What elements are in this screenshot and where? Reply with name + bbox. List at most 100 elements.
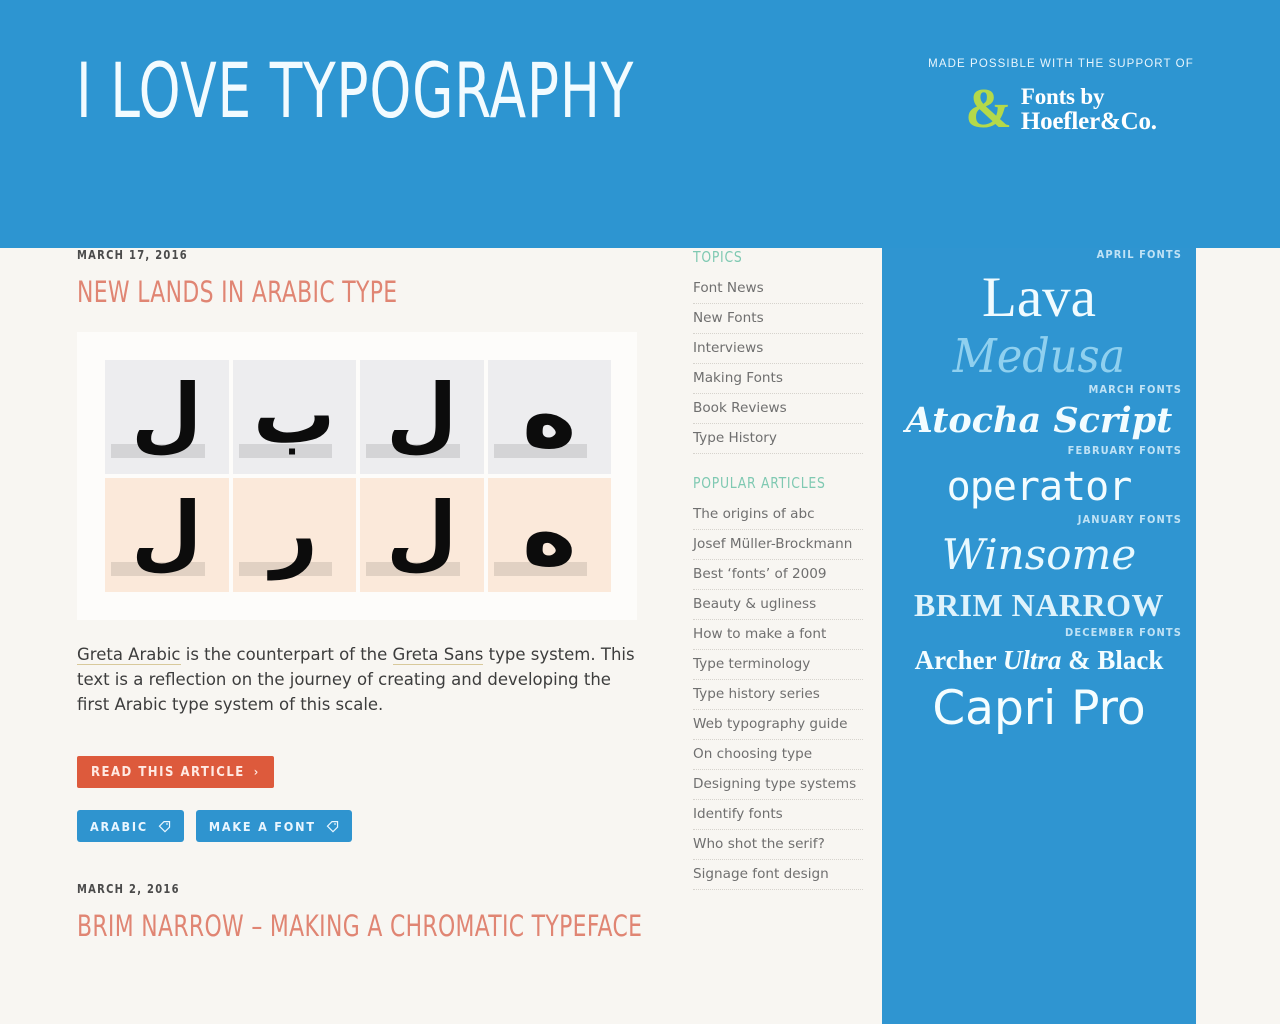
list-item[interactable]: Josef Müller-Brockmann: [693, 530, 863, 560]
arabic-glyph: ل: [386, 485, 458, 581]
grid-cell: ه: [487, 478, 611, 593]
list-item[interactable]: Type terminology: [693, 650, 863, 680]
sidebar-item-label[interactable]: Josef Müller-Brockmann: [693, 536, 852, 552]
list-item[interactable]: Font News: [693, 274, 863, 304]
list-item[interactable]: The origins of abc: [693, 500, 863, 530]
sidebar-item-label[interactable]: Who shot the serif?: [693, 836, 825, 852]
sidebar-item-label[interactable]: Type terminology: [693, 656, 810, 672]
sidebar-item-label[interactable]: How to make a font: [693, 626, 826, 642]
list-item[interactable]: Signage font design: [693, 860, 863, 890]
list-item[interactable]: Beauty & ugliness: [693, 590, 863, 620]
list-item[interactable]: Making Fonts: [693, 364, 863, 394]
list-item[interactable]: Book Reviews: [693, 394, 863, 424]
promo-font-operator[interactable]: operator: [882, 461, 1196, 513]
post-new-lands-in-arabic-type: MARCH 17, 2016 NEW LANDS IN ARABIC TYPE …: [77, 248, 639, 842]
link-greta-sans[interactable]: Greta Sans: [392, 645, 484, 666]
post-title[interactable]: NEW LANDS IN ARABIC TYPE: [77, 276, 549, 308]
sidebar-item-label[interactable]: New Fonts: [693, 310, 764, 326]
promo-label-april: APRIL FONTS: [1096, 248, 1182, 261]
sponsor-name-line1: Fonts by: [1020, 84, 1105, 109]
sidebar-item-label[interactable]: Identify fonts: [693, 806, 783, 822]
list-item[interactable]: Web typography guide: [693, 710, 863, 740]
sponsor-logo[interactable]: & Fonts by Hoefler&Co.: [926, 81, 1196, 137]
arabic-glyph: ه: [522, 361, 577, 469]
post-brim-narrow: MARCH 2, 2016 BRIM NARROW – MAKING A CHR…: [77, 881, 642, 942]
promo-font-archer[interactable]: Archer Ultra & Black: [882, 641, 1196, 679]
sidebar-item-label[interactable]: Making Fonts: [693, 370, 783, 386]
excerpt-mid: is the counterpart of the: [180, 645, 393, 665]
grid-cell: ل: [360, 360, 484, 475]
tag-label: ARABIC: [90, 818, 148, 834]
tag-make-a-font-button[interactable]: MAKE A FONT: [195, 809, 352, 842]
sidebar-item-label[interactable]: Beauty & ugliness: [693, 596, 816, 612]
sidebar: TOPICS Font News New Fonts Interviews Ma…: [693, 248, 863, 890]
archer-part-ultra: Ultra: [1002, 645, 1062, 675]
site-logo[interactable]: I LOVE TYPOGRAPHY: [76, 48, 634, 134]
list-item[interactable]: Interviews: [693, 334, 863, 364]
grid-cell: ل: [360, 478, 484, 593]
sidebar-item-label[interactable]: Font News: [693, 280, 764, 296]
post-date: MARCH 17, 2016: [77, 248, 189, 262]
list-item[interactable]: On choosing type: [693, 740, 863, 770]
arabic-glyph: ل: [131, 485, 203, 581]
promo-font-winsome[interactable]: Winsome: [882, 528, 1196, 582]
list-item[interactable]: Type history series: [693, 680, 863, 710]
promo-font-brim-narrow[interactable]: BRIM NARROW: [882, 584, 1196, 626]
sidebar-topics-list: Font News New Fonts Interviews Making Fo…: [693, 274, 863, 454]
promo-label-february: FEBRUARY FONTS: [1067, 444, 1182, 457]
sidebar-item-label[interactable]: Signage font design: [693, 866, 829, 882]
sponsor-name: Fonts by Hoefler&Co.: [1021, 84, 1157, 134]
grid-cell: ل: [105, 360, 229, 475]
promo-label-december: DECEMBER FONTS: [1065, 626, 1182, 639]
grid-cell: ر: [232, 478, 356, 593]
promo-font-medusa[interactable]: Medusa: [882, 329, 1196, 385]
promo-font-atocha-script[interactable]: Atocha Script: [882, 398, 1196, 444]
promo-label-january: JANUARY FONTS: [1077, 513, 1182, 526]
sponsor-kicker: MADE POSSIBLE WITH THE SUPPORT OF: [928, 58, 1194, 70]
list-item[interactable]: Type History: [693, 424, 863, 454]
list-item[interactable]: Identify fonts: [693, 800, 863, 830]
sidebar-popular-list: The origins of abc Josef Müller-Brockman…: [693, 500, 863, 890]
sidebar-item-label[interactable]: Best ‘fonts’ of 2009: [693, 566, 827, 582]
archer-part-black: & Black: [1061, 645, 1164, 675]
grid-cell: ب: [232, 360, 356, 475]
tag-label: MAKE A FONT: [208, 818, 316, 834]
tag-icon: [326, 820, 339, 833]
post-title[interactable]: BRIM NARROW – MAKING A CHROMATIC TYPEFAC…: [77, 910, 642, 942]
sidebar-item-label[interactable]: The origins of abc: [693, 506, 815, 522]
read-button-label: READ THIS ARTICLE: [91, 764, 245, 780]
post-date: MARCH 2, 2016: [77, 881, 180, 896]
tag-arabic-button[interactable]: ARABIC: [77, 809, 184, 842]
sidebar-heading-popular-articles: POPULAR ARTICLES: [693, 474, 826, 492]
read-this-article-button[interactable]: READ THIS ARTICLE ›: [77, 755, 274, 788]
sponsor-name-line2: Hoefler&Co.: [1020, 108, 1157, 135]
tag-icon: [158, 820, 171, 833]
sponsor-block: MADE POSSIBLE WITH THE SUPPORT OF & Font…: [926, 56, 1196, 137]
grid-cell: ل: [105, 478, 229, 593]
arabic-glyph: ه: [522, 479, 577, 587]
post-featured-image[interactable]: ل ب ل ه ل ر ل ه: [77, 332, 637, 621]
sidebar-item-label[interactable]: Interviews: [693, 340, 763, 356]
sidebar-item-label[interactable]: On choosing type: [693, 746, 812, 762]
list-item[interactable]: Designing type systems: [693, 770, 863, 800]
list-item[interactable]: Best ‘fonts’ of 2009: [693, 560, 863, 590]
sidebar-item-label[interactable]: Book Reviews: [693, 400, 787, 416]
list-item[interactable]: How to make a font: [693, 620, 863, 650]
list-item[interactable]: Who shot the serif?: [693, 830, 863, 860]
promo-font-lava[interactable]: Lava: [882, 267, 1196, 329]
site-header: I LOVE TYPOGRAPHY MADE POSSIBLE WITH THE…: [0, 0, 1280, 248]
sidebar-item-label[interactable]: Type History: [693, 430, 777, 446]
arabic-glyph: ب: [253, 367, 336, 463]
sidebar-item-label[interactable]: Type history series: [693, 686, 820, 702]
arabic-glyph: ر: [270, 485, 318, 581]
archer-part-a: Archer: [914, 645, 1003, 675]
fonts-promo-panel[interactable]: APRIL FONTS Lava Medusa MARCH FONTS Atoc…: [882, 248, 1196, 1024]
sidebar-item-label[interactable]: Web typography guide: [693, 716, 847, 732]
list-item[interactable]: New Fonts: [693, 304, 863, 334]
arabic-letter-grid: ل ب ل ه ل ر ل ه: [105, 360, 611, 593]
link-greta-arabic[interactable]: Greta Arabic: [77, 645, 181, 666]
grid-cell: ه: [487, 360, 611, 475]
promo-font-capri-pro[interactable]: Capri Pro: [882, 681, 1196, 737]
post-tags: ARABIC MAKE A FONT: [77, 809, 639, 842]
sidebar-item-label[interactable]: Designing type systems: [693, 776, 856, 792]
